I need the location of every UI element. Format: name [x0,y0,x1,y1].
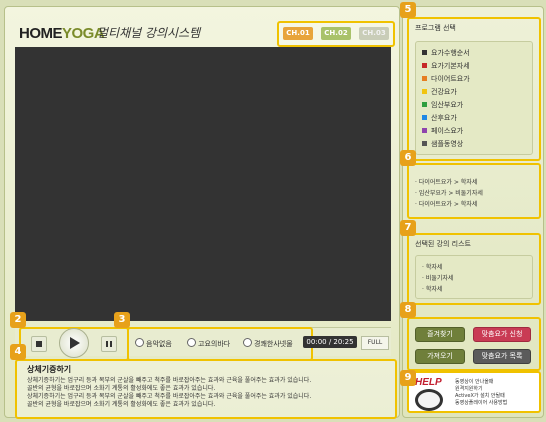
lesson-path-item[interactable]: · 다이어트요가 > 학자세 [415,177,477,186]
help-box[interactable]: HELP 동영상이 안나올때 원격지원하기 ActiveX가 설치 안될때 동영… [407,371,541,413]
pause-button[interactable] [101,336,117,352]
program-select-title: 프로그램 선택 [415,24,456,32]
get-button[interactable]: 가져오기 [415,349,465,364]
lesson-path-item[interactable]: · 다이어트요가 > 학자세 [415,199,477,208]
video-area[interactable] [15,47,391,321]
description-line: 골반의 균형을 바로잡으며 소화기 계통의 활성화에도 좋은 효과가 있습니다. [27,385,216,392]
music-option-upbeat[interactable]: 경쾌한사넷물 [243,338,293,349]
music-option-label: 경쾌한사넷물 [254,340,293,348]
selected-lessons-title: 선택된 강의 리스트 [415,240,471,248]
bullet-icon [422,128,427,133]
fullscreen-button[interactable]: FULL [361,336,389,350]
selected-lessons-list: · 학자세 · 비둘기자세 · 학자세 [415,255,533,299]
description-line: 상체기증하기는 엄구리 등과 복부의 군살을 빼주고 척주를 바로잡아주는 효과… [27,393,312,400]
description-text: 상체기증하기는 엄구리 등과 복부의 군살을 빼주고 척주를 바로잡아주는 효과… [27,377,387,409]
lesson-description: 상체기증하기 상체기증하기는 엄구리 등과 복부의 군살을 빼주고 척주를 바로… [15,359,397,419]
marker-badge: 2 [10,312,26,328]
bullet-icon [422,89,427,94]
program-item[interactable]: 임산부요가 [422,100,463,110]
description-line: 골반의 균형을 바로잡으며 소화기 계통의 활성화에도 좋은 효과가 있습니다. [27,401,216,408]
marker-badge: 8 [400,302,416,318]
program-label: 산후요가 [431,114,457,122]
bullet-icon [422,115,427,120]
bullet-icon [422,102,427,107]
stop-button[interactable] [31,336,47,352]
program-item[interactable]: 산후요가 [422,113,457,123]
program-list: 요가수행순서 요가기본자세 다이어트요가 건강요가 임산부요가 산후요가 페이스… [415,41,533,155]
help-link[interactable]: 동영상플레이어 사용방법 [455,400,507,407]
player-panel: HOMEYOGA 멀티채널 강의시스템 CH.01 CH.02 CH.03 음악… [4,6,400,419]
marker-badge: 4 [10,344,26,360]
custom-list-button[interactable]: 맞춤요가 목록 [473,349,531,364]
music-option-label: 고요의바다 [198,340,231,348]
channel-2-button[interactable]: CH.02 [321,27,351,40]
playback-buttons [19,327,129,361]
channel-selector: CH.01 CH.02 CH.03 [277,21,395,47]
pause-icon [106,341,108,347]
program-label: 건강요가 [431,88,457,96]
selected-lessons-box: 선택된 강의 리스트 · 학자세 · 비둘기자세 · 학자세 [407,233,541,305]
music-options: 음악없음 고요의바다 경쾌한사넷물 [127,327,313,361]
program-label: 요가기본자세 [431,62,470,70]
page-subtitle: 멀티채널 강의시스템 [97,26,201,40]
player-controls: 음악없음 고요의바다 경쾌한사넷물 00:00 / 20:25 FULL [15,327,391,361]
help-link[interactable]: 동영상이 안나올때 [455,379,507,386]
channel-3-button[interactable]: CH.03 [359,27,389,40]
radio-icon [187,338,196,347]
time-display: 00:00 / 20:25 [303,336,357,348]
favorites-button[interactable]: 즐겨찾기 [415,327,465,342]
program-item[interactable]: 건강요가 [422,87,457,97]
marker-badge: 7 [400,220,416,236]
help-title: HELP [415,377,442,388]
stop-icon [36,341,42,347]
marker-badge: 5 [400,2,416,18]
app-root: HOMEYOGA 멀티채널 강의시스템 CH.01 CH.02 CH.03 음악… [0,0,546,422]
marker-badge: 6 [400,150,416,166]
selected-lesson-item[interactable]: · 비둘기자세 [422,273,453,282]
marker-badge: 3 [114,312,130,328]
program-label: 샘플동영상 [431,140,464,148]
pause-icon [110,341,112,347]
program-item[interactable]: 요가수행순서 [422,48,470,58]
magnifier-icon [415,389,443,411]
program-label: 다이어트요가 [431,75,470,83]
program-select-box: 프로그램 선택 요가수행순서 요가기본자세 다이어트요가 건강요가 임산부요가 … [407,17,541,161]
selected-lesson-item[interactable]: · 학자세 [422,262,442,271]
description-title: 상체기증하기 [27,365,72,374]
program-item[interactable]: 페이스요가 [422,126,463,136]
channel-1-button[interactable]: CH.01 [283,27,313,40]
program-label: 페이스요가 [431,127,464,135]
program-item[interactable]: 샘플동영상 [422,139,463,149]
lesson-path-item[interactable]: · 임산부요가 > 비둘기자세 [415,188,483,197]
music-option-none[interactable]: 음악없음 [135,338,172,349]
lesson-path-box: · 다이어트요가 > 학자세 · 임산부요가 > 비둘기자세 · 다이어트요가 … [407,163,541,219]
program-item[interactable]: 다이어트요가 [422,74,470,84]
action-buttons-box: 즐겨찾기 맞춤요가 신청 가져오기 맞춤요가 목록 [407,317,541,371]
program-label: 요가수행순서 [431,49,470,57]
music-option-sea[interactable]: 고요의바다 [187,338,230,349]
play-icon [70,337,80,349]
marker-badge: 9 [400,370,416,386]
bullet-icon [422,76,427,81]
sidebar: 프로그램 선택 요가수행순서 요가기본자세 다이어트요가 건강요가 임산부요가 … [402,6,544,418]
selected-lesson-item[interactable]: · 학자세 [422,284,442,293]
help-link[interactable]: ActiveX가 설치 안될때 [455,393,507,400]
music-option-label: 음악없음 [146,340,172,348]
program-item[interactable]: 요가기본자세 [422,61,470,71]
radio-icon [135,338,144,347]
help-link[interactable]: 원격지원하기 [455,386,507,393]
radio-icon [243,338,252,347]
help-links: 동영상이 안나올때 원격지원하기 ActiveX가 설치 안될때 동영상플레이어… [455,379,507,407]
program-label: 임산부요가 [431,101,464,109]
bullet-icon [422,50,427,55]
play-button[interactable] [59,328,89,358]
custom-apply-button[interactable]: 맞춤요가 신청 [473,327,531,342]
bullet-icon [422,63,427,68]
brand-logo: HOMEYOGA [19,25,105,42]
description-line: 상체기증하기는 엄구리 등과 복부의 군살을 빼주고 척주를 바로잡아주는 효과… [27,377,312,384]
bullet-icon [422,141,427,146]
brand-main: HOME [19,25,63,42]
